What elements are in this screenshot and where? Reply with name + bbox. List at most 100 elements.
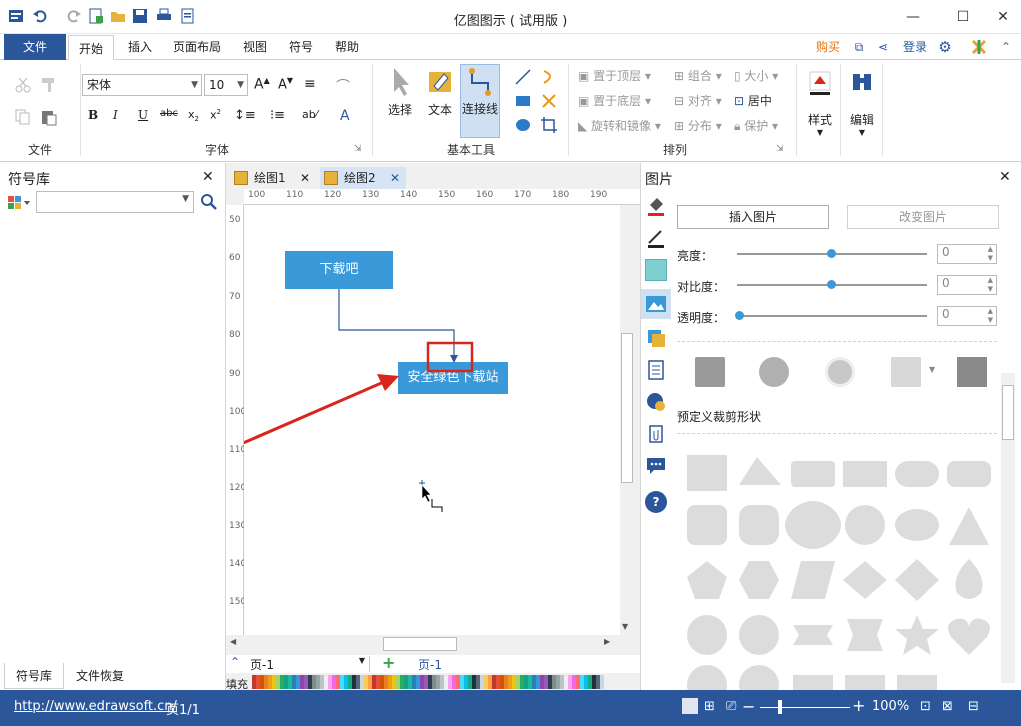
scroll-right-icon[interactable]: ▶ xyxy=(604,637,610,646)
select-tool-button[interactable]: 选择 xyxy=(380,66,420,118)
page-properties-icon[interactable] xyxy=(645,359,667,381)
zoom-slider[interactable] xyxy=(760,707,850,708)
effect-more-icon[interactable]: ▼ xyxy=(929,365,935,374)
crop-shape-pentagon[interactable] xyxy=(687,561,727,599)
tab-view[interactable]: 视图 xyxy=(234,34,276,60)
attachment-icon[interactable] xyxy=(645,423,667,445)
bold-icon[interactable]: B xyxy=(88,108,106,126)
center-button[interactable]: ⊡ 居中 xyxy=(734,91,772,111)
drawing-page[interactable]: 下载吧 安全绿色下载站 xyxy=(244,205,620,635)
brightness-slider-thumb[interactable] xyxy=(827,249,836,258)
crop-shape-banner[interactable] xyxy=(847,619,883,651)
align-button[interactable]: ⊟ 对齐 ▾ xyxy=(674,91,722,111)
italic-icon[interactable]: I xyxy=(113,108,131,126)
comment-icon[interactable] xyxy=(645,455,667,477)
grow-font-icon[interactable]: A▲ xyxy=(254,76,272,94)
share-icon[interactable]: ⋖ xyxy=(874,34,892,60)
style-button[interactable]: 样式 ▼ xyxy=(800,68,840,137)
crop-shape-rounded-square[interactable] xyxy=(687,505,727,545)
underline-icon[interactable]: U xyxy=(138,108,156,126)
cut-icon[interactable] xyxy=(14,76,32,94)
share-screen-icon[interactable]: ⧉ xyxy=(850,34,868,60)
crop-shape-frame[interactable] xyxy=(845,675,885,690)
crop-shape-rect-wide[interactable] xyxy=(843,461,887,487)
ellipse-icon[interactable] xyxy=(514,116,532,134)
bring-front-button[interactable]: ▣ 置于顶层 ▾ xyxy=(578,66,651,86)
login-link[interactable]: 登录 xyxy=(898,34,932,60)
page-select[interactable]: 页-1 ▼ xyxy=(250,656,370,672)
search-icon[interactable] xyxy=(200,193,218,211)
layer-icon[interactable] xyxy=(645,327,667,349)
tab-file-recovery[interactable]: 文件恢复 xyxy=(68,663,132,689)
crop-shape-ellipse[interactable] xyxy=(895,509,939,541)
crop-shape-blob[interactable] xyxy=(785,501,841,549)
curve-icon[interactable] xyxy=(540,68,558,86)
rotate-mirror-button[interactable]: ◣ 旋转和镜像 ▾ xyxy=(578,116,661,136)
presentation-icon[interactable]: ⎚ xyxy=(726,699,736,714)
edit-button[interactable]: 编辑 ▼ xyxy=(842,68,882,137)
size-button[interactable]: ▯ 大小 ▾ xyxy=(734,66,778,86)
tab-page-layout[interactable]: 页面布局 xyxy=(166,34,228,60)
brightness-input[interactable]: 0 ▲ ▼ xyxy=(937,244,997,264)
point-icon[interactable] xyxy=(540,92,558,110)
crop-shape-flower[interactable] xyxy=(687,615,727,655)
line-spacing-icon[interactable]: ↕≡ xyxy=(234,108,256,126)
scroll-left-icon[interactable]: ◀ xyxy=(230,637,236,646)
rectangle-icon[interactable] xyxy=(514,92,532,110)
crop-shape-plaque[interactable] xyxy=(897,675,937,690)
crop-shape-hexagon[interactable] xyxy=(739,561,779,599)
page-collapse-icon[interactable]: ⌃ xyxy=(230,655,240,669)
crop-shape-badge[interactable] xyxy=(739,665,779,690)
crop-shape-rounded[interactable] xyxy=(947,461,991,487)
crop-shape-pill[interactable] xyxy=(895,461,939,487)
crop-shape-triangle[interactable] xyxy=(739,457,781,485)
maximize-icon[interactable]: ☐ xyxy=(948,6,978,28)
horizontal-scroll-thumb[interactable] xyxy=(383,637,457,651)
scroll-down-icon[interactable]: ▼ xyxy=(622,622,628,631)
subscript-icon[interactable]: x2 xyxy=(188,108,206,126)
transparency-spin-icon[interactable]: ▲ ▼ xyxy=(988,307,993,325)
crop-shape-ribbon[interactable] xyxy=(793,625,833,645)
arrange-dialog-launcher-icon[interactable]: ⇲ xyxy=(776,144,794,162)
bullets-icon[interactable]: ⁝≡ xyxy=(270,108,288,126)
help-icon[interactable]: ? xyxy=(645,491,667,513)
copy-icon[interactable] xyxy=(14,108,32,126)
normal-view-icon[interactable] xyxy=(682,698,698,714)
crop-shape-triangle-2[interactable] xyxy=(949,507,989,545)
shrink-font-icon[interactable]: A▼ xyxy=(278,76,296,94)
crop-shape-squircle[interactable] xyxy=(739,505,779,545)
minimize-icon[interactable]: — xyxy=(898,6,928,28)
tab-help[interactable]: 帮助 xyxy=(326,34,368,60)
font-dialog-launcher-icon[interactable]: ⇲ xyxy=(354,144,372,162)
transparency-slider-thumb[interactable] xyxy=(735,311,744,320)
zoom-in-icon[interactable]: + xyxy=(852,696,865,715)
crop-shape-drop[interactable] xyxy=(955,559,983,599)
font-size-select[interactable]: 10 ▼ xyxy=(204,74,248,96)
image-panel-scrollbar[interactable] xyxy=(1001,373,1015,683)
website-link[interactable]: http://www.edrawsoft.cn/ xyxy=(14,699,177,714)
distribute-button[interactable]: ⊞ 分布 ▾ xyxy=(674,116,722,136)
crop-shape-parallelogram[interactable] xyxy=(791,561,835,599)
doc-tab-1[interactable]: 绘图1 ✕ xyxy=(230,167,316,189)
protect-button[interactable]: 🔒︎ 保护 ▾ xyxy=(734,116,778,136)
contrast-slider-thumb[interactable] xyxy=(827,280,836,289)
tab-home[interactable]: 开始 xyxy=(68,35,114,61)
close-window-icon[interactable]: ✕ xyxy=(988,6,1018,28)
connector-tool-button[interactable]: 连接线 xyxy=(460,64,500,138)
strikethrough-icon[interactable]: abc xyxy=(160,108,178,126)
effect-mosaic-icon[interactable] xyxy=(957,357,987,387)
crop-shape-circle[interactable] xyxy=(845,505,885,545)
zoom-out-icon[interactable]: − xyxy=(742,697,755,716)
close-panel-icon[interactable]: ✕ xyxy=(202,169,214,185)
fit-page-icon[interactable]: ⊡ xyxy=(920,699,931,714)
transparency-input[interactable]: 0 ▲ ▼ xyxy=(937,306,997,326)
line-icon[interactable] xyxy=(514,68,532,86)
contrast-spin-icon[interactable]: ▲ ▼ xyxy=(988,276,993,294)
crop-shape-cloud[interactable] xyxy=(687,665,727,690)
brightness-spin-icon[interactable]: ▲ ▼ xyxy=(988,245,993,263)
group-button[interactable]: ⊞ 组合 ▾ xyxy=(674,66,722,86)
transparency-slider[interactable] xyxy=(737,315,927,317)
doc-tab-2[interactable]: 绘图2 ✕ xyxy=(320,167,406,189)
effect-soft-edge-icon[interactable] xyxy=(759,357,789,387)
fit-width-icon[interactable]: ⊠ xyxy=(942,699,953,714)
